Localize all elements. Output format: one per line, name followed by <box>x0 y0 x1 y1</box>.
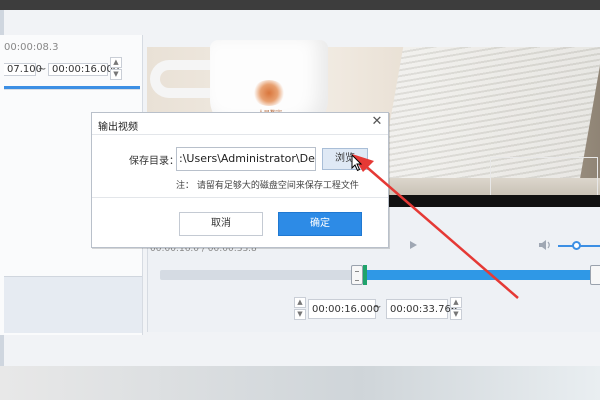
disk-space-note: 注： 请留有足够大的磁盘空间来保存工程文件 <box>176 181 359 191</box>
trim-end-increment-button[interactable]: ▲ <box>450 297 462 308</box>
play-icon[interactable] <box>410 241 417 249</box>
trim-start-handle[interactable] <box>351 265 363 285</box>
cup-logo <box>252 80 286 106</box>
trim-end-field[interactable]: 00:00:33.766 <box>386 299 457 319</box>
cancel-button[interactable]: 取消 <box>179 212 263 236</box>
crop-overlay-box[interactable] <box>490 157 598 197</box>
left-panel-footer <box>4 276 142 333</box>
clip-duration-text: 00:00:08.3 <box>4 42 59 53</box>
trim-start-field[interactable]: 00:00:16.000 <box>308 299 379 319</box>
divider <box>92 134 388 135</box>
divider <box>92 197 388 198</box>
clip-end-time-field[interactable]: 00:00:16.000 <box>48 63 119 76</box>
save-directory-label: 保存目录： <box>129 156 179 167</box>
trim-end-handle[interactable] <box>590 265 600 285</box>
timeline-selected-range[interactable] <box>360 270 600 280</box>
close-icon[interactable]: ✕ <box>370 115 384 129</box>
ok-button[interactable]: 确定 <box>278 212 362 236</box>
trim-start-decrement-button[interactable]: ▼ <box>294 309 306 320</box>
time-range-separator: ~ <box>38 64 47 75</box>
mouse-pointer-icon <box>351 154 363 172</box>
trim-end-decrement-button[interactable]: ▼ <box>450 309 462 320</box>
end-time-increment-button[interactable]: ▲ <box>110 57 122 68</box>
title-bar <box>0 0 600 10</box>
end-time-decrement-button[interactable]: ▼ <box>110 69 122 80</box>
volume-slider-knob[interactable] <box>572 241 581 250</box>
trim-start-marker <box>363 265 367 285</box>
trim-start-increment-button[interactable]: ▲ <box>294 297 306 308</box>
cup-handle-image <box>150 60 210 98</box>
desk-background-image <box>0 366 600 400</box>
divider <box>4 89 140 90</box>
clip-start-time-field[interactable]: 07.100 <box>4 63 42 76</box>
speaker-icon[interactable] <box>538 239 552 251</box>
save-directory-input[interactable]: :\Users\Administrator\Desktop <box>176 147 316 171</box>
trim-range-separator: ~ <box>373 302 382 313</box>
dialog-title: 输出视频 <box>98 122 138 133</box>
